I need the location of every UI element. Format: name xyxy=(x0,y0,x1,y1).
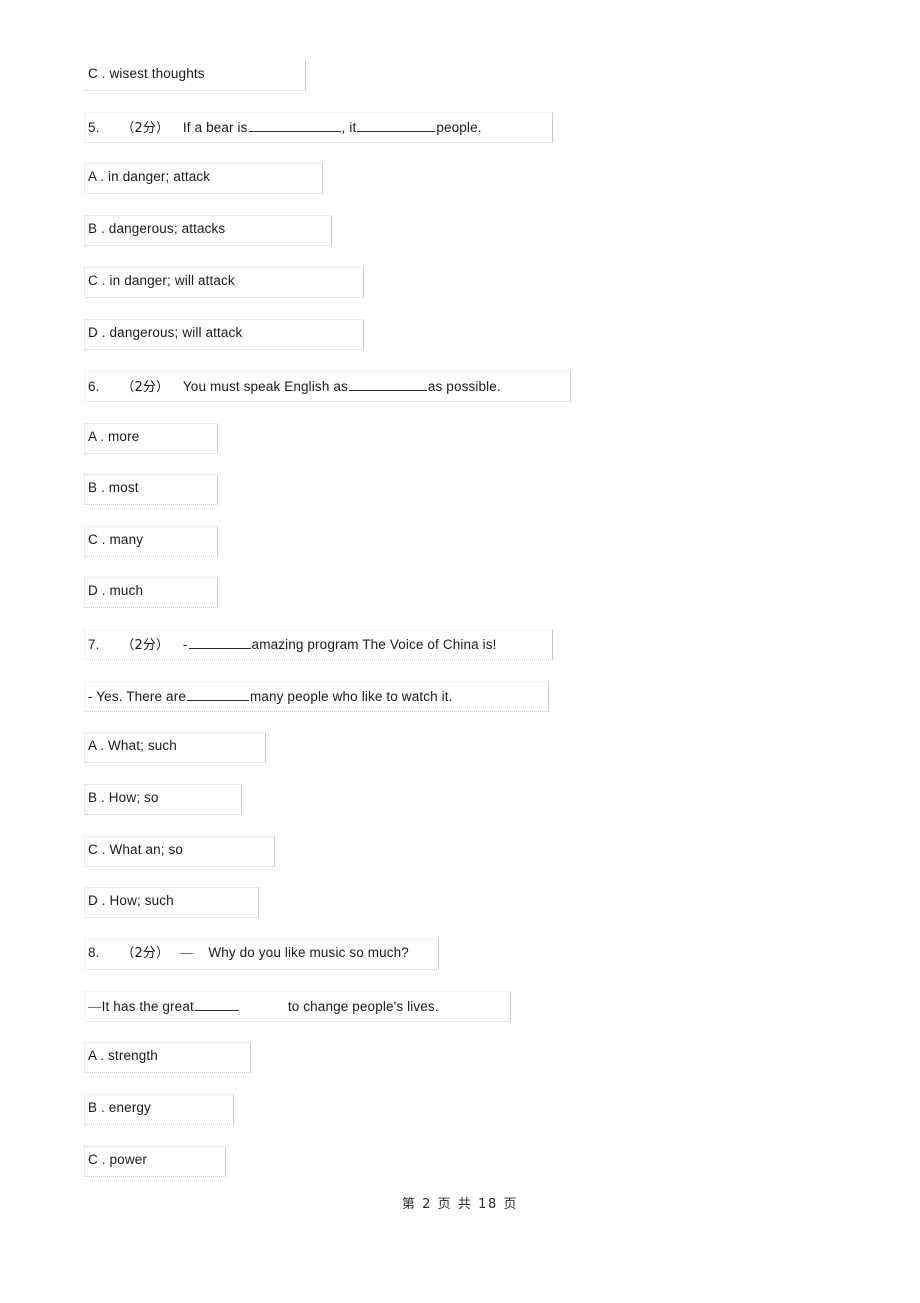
option-row[interactable]: C . power xyxy=(84,1146,226,1177)
question-number: 7. xyxy=(88,636,100,652)
option-row[interactable]: B . How; so xyxy=(84,784,242,815)
option-label: C . many xyxy=(88,532,144,547)
option-row[interactable]: C . many xyxy=(84,526,218,557)
question-text-mid: , it xyxy=(341,119,357,135)
question-number: 8. xyxy=(88,945,100,960)
option-label: D . How; such xyxy=(88,893,174,908)
option-label: B . energy xyxy=(88,1100,151,1115)
option-row[interactable]: C . What an; so xyxy=(84,836,275,867)
option-row[interactable]: A . What; such xyxy=(84,732,266,763)
question-text-post: amazing program The Voice of China is! xyxy=(251,636,497,652)
option-row[interactable]: B . energy xyxy=(84,1094,234,1125)
question-text-post: people. xyxy=(436,119,482,135)
question-stem-7-line2[interactable]: - Yes. There are many people who like to… xyxy=(84,681,549,712)
option-row[interactable]: B . most xyxy=(84,474,218,505)
question-marks: （2分） xyxy=(121,637,170,653)
blank-field[interactable] xyxy=(194,997,239,1011)
option-row[interactable]: C . in danger; will attack xyxy=(84,267,364,298)
option-label: B . How; so xyxy=(88,790,159,805)
em-dash: — xyxy=(179,945,194,960)
question-text-post: many people who like to watch it. xyxy=(249,688,453,704)
option-row[interactable]: A . in danger; attack xyxy=(84,163,323,194)
question-stem-5[interactable]: 5. （2分） If a bear is , it people. xyxy=(84,112,553,143)
question-stem-6[interactable]: 6. （2分） You must speak English as as pos… xyxy=(84,371,571,402)
blank-field[interactable] xyxy=(357,118,436,132)
option-label: C . in danger; will attack xyxy=(88,273,235,288)
question-text-pre: - Yes. There are xyxy=(88,688,186,704)
option-row[interactable]: B . dangerous; attacks xyxy=(84,215,332,246)
option-label: D . dangerous; will attack xyxy=(88,325,243,340)
question-text-post: to change people's lives. xyxy=(287,998,439,1014)
option-row[interactable]: D . much xyxy=(84,577,218,608)
option-label: C . What an; so xyxy=(88,842,184,857)
question-text-pre: You must speak English as xyxy=(182,378,348,394)
option-label: A . more xyxy=(88,429,140,444)
blank-field[interactable] xyxy=(186,687,249,701)
blank-field[interactable] xyxy=(348,377,427,391)
option-row[interactable]: D . How; such xyxy=(84,887,259,918)
question-text-post: as possible. xyxy=(427,378,501,394)
question-marks: （2分） xyxy=(121,379,170,395)
blank-field[interactable] xyxy=(188,635,251,649)
option-row[interactable]: A . more xyxy=(84,423,218,454)
question-marks: （2分） xyxy=(121,120,170,136)
option-row[interactable]: C . wisest thoughts xyxy=(84,60,306,91)
em-dash: — xyxy=(88,998,102,1014)
option-label: A . in danger; attack xyxy=(88,169,211,184)
question-text-pre: - xyxy=(182,636,188,652)
question-number: 6. xyxy=(88,378,100,394)
option-label: B . dangerous; attacks xyxy=(88,221,226,236)
blank-field[interactable] xyxy=(248,118,341,132)
option-label: C . power xyxy=(88,1152,147,1167)
exam-page: C . wisest thoughts 5. （2分） If a bear is… xyxy=(0,0,920,1303)
page-indicator: 第 2 页 共 18 页 xyxy=(401,1197,519,1212)
option-label: A . strength xyxy=(88,1048,158,1063)
question-text-pre: If a bear is xyxy=(182,119,248,135)
option-label: C . wisest thoughts xyxy=(88,66,205,81)
option-label: B . most xyxy=(88,480,139,495)
page-footer: 第 2 页 共 18 页 xyxy=(0,1193,920,1212)
option-row[interactable]: D . dangerous; will attack xyxy=(84,319,364,350)
question-stem-7[interactable]: 7. （2分） - amazing program The Voice of C… xyxy=(84,629,553,660)
question-text-pre: It has the great xyxy=(101,998,194,1014)
question-marks: （2分） xyxy=(121,946,170,961)
option-row[interactable]: A . strength xyxy=(84,1042,251,1073)
option-label: D . much xyxy=(88,583,144,598)
question-stem-8-line2[interactable]: — It has the great to change people's liv… xyxy=(84,991,511,1022)
question-stem-8[interactable]: 8. （2分） — Why do you like music so much? xyxy=(84,939,439,970)
question-text-post: Why do you like music so much? xyxy=(208,945,409,960)
option-label: A . What; such xyxy=(88,738,177,753)
question-number: 5. xyxy=(88,119,100,135)
